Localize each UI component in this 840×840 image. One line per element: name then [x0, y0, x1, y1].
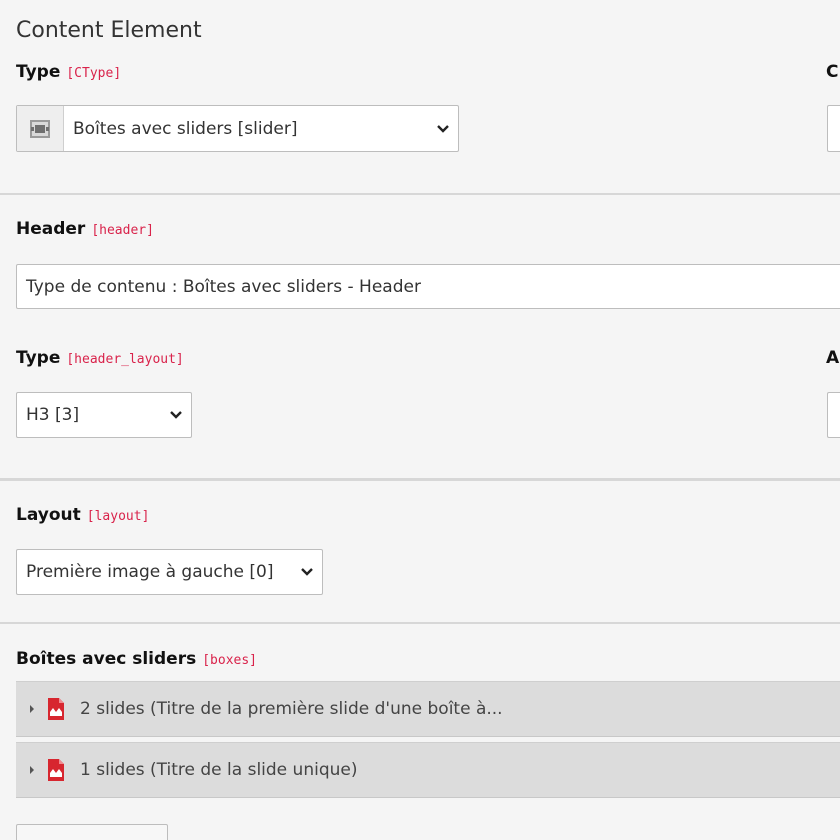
section-title: Content Element [16, 18, 202, 43]
content-element-form: Content Element Type [CType] C Boîtes ave… [0, 0, 840, 840]
ctype-icon-cell [17, 106, 64, 151]
create-new-record-button[interactable] [16, 824, 168, 840]
separator [0, 193, 840, 195]
separator [0, 478, 840, 481]
layout-field-code: [layout] [86, 509, 150, 524]
slider-record-icon [46, 697, 68, 721]
right-column-label-1: C [826, 62, 839, 82]
boxes-label: Boîtes avec sliders [boxes] [16, 649, 257, 669]
separator [0, 622, 840, 624]
inline-record-row[interactable]: 2 slides (Titre de la première slide d'u… [16, 681, 840, 737]
header-field-code: [header] [91, 223, 154, 238]
boxes-label-text: Boîtes avec sliders [16, 649, 197, 669]
header-input[interactable]: Type de contenu : Boîtes avec sliders - … [16, 264, 840, 309]
inline-record-label: 1 slides (Titre de la slide unique) [80, 760, 358, 780]
ctype-label: Type [CType] [16, 62, 121, 82]
ctype-field-code: [CType] [66, 66, 122, 81]
chevron-down-icon [292, 567, 322, 577]
layout-label: Layout [layout] [16, 505, 149, 525]
chevron-down-icon [161, 410, 191, 420]
layout-label-text: Layout [16, 505, 81, 525]
right-column-label-2: A [826, 348, 840, 368]
header-label: Header [header] [16, 219, 154, 239]
header-layout-selected-value: H3 [3] [26, 405, 80, 425]
boxes-field-code: [boxes] [202, 653, 258, 668]
right-column-field-1[interactable] [827, 105, 840, 152]
caret-right-icon[interactable] [28, 765, 40, 775]
header-label-text: Header [16, 219, 86, 239]
content-element-icon [30, 119, 50, 138]
inline-record-row[interactable]: 1 slides (Titre de la slide unique) [16, 742, 840, 798]
layout-selected-value: Première image à gauche [0] [26, 562, 274, 582]
ctype-select[interactable]: Boîtes avec sliders [slider] [16, 105, 459, 152]
header-layout-select[interactable]: H3 [3] [16, 392, 192, 438]
inline-record-label: 2 slides (Titre de la première slide d'u… [80, 699, 503, 719]
header-layout-label: Type [header_layout] [16, 348, 184, 368]
header-layout-field-code: [header_layout] [66, 352, 184, 367]
caret-right-icon[interactable] [28, 704, 40, 714]
slider-record-icon [46, 758, 68, 782]
ctype-selected-value: Boîtes avec sliders [slider] [73, 118, 298, 139]
layout-select[interactable]: Première image à gauche [0] [16, 549, 323, 595]
ctype-label-text: Type [16, 62, 61, 82]
header-layout-label-text: Type [16, 348, 61, 368]
right-column-field-2[interactable] [827, 392, 840, 438]
chevron-down-icon [428, 124, 458, 134]
